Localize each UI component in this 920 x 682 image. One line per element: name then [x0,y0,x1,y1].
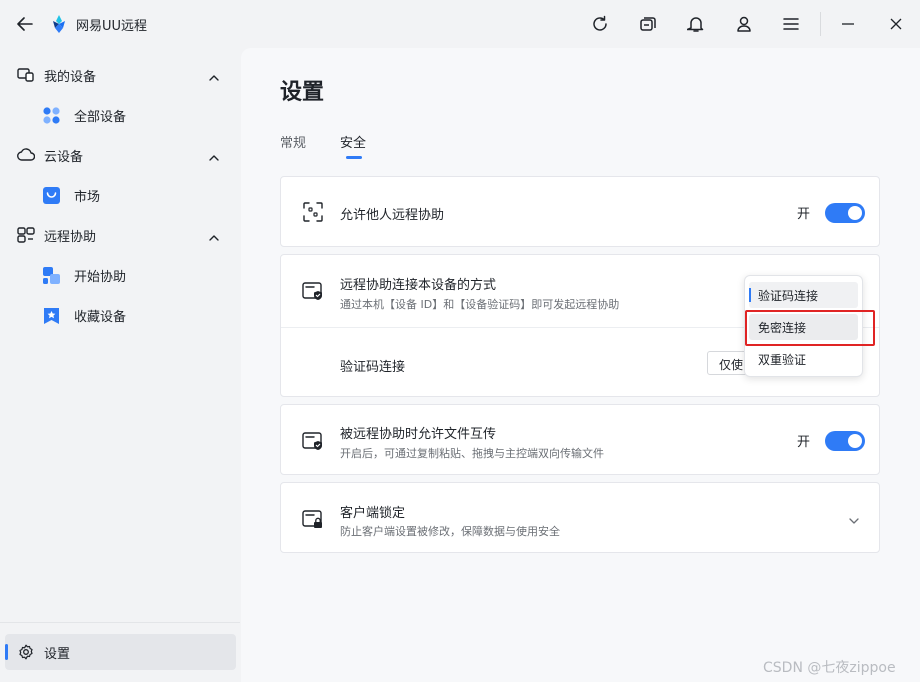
close-icon[interactable] [884,12,908,36]
sidebar-item-start-assist[interactable]: 开始协助 [0,255,240,295]
remote-assist-icon [17,227,35,243]
toggle-knob [848,206,862,220]
sidebar-group-cloud-devices[interactable]: 云设备 [0,135,240,175]
refresh-icon[interactable] [588,12,612,36]
shield-card-icon [302,430,324,452]
devices-icon [17,67,35,83]
multi-window-icon[interactable] [636,12,660,36]
chevron-up-icon[interactable] [208,69,220,81]
sidebar-divider [0,622,240,623]
file-transfer-title: 被远程协助时允许文件互传 [340,427,497,442]
dropdown-option-label: 双重验证 [758,353,807,367]
dropdown-option-label: 验证码连接 [758,289,819,303]
gear-icon [18,644,34,660]
chevron-up-icon[interactable] [208,229,220,241]
sidebar-item-label: 全部设备 [74,110,127,125]
user-icon[interactable] [732,12,756,36]
tab-general[interactable]: 常规 [280,132,306,151]
app-logo-icon [49,14,69,34]
toggle-state-label: 开 [797,435,811,450]
sidebar-item-market[interactable]: 市场 [0,175,240,215]
sidebar-item-settings[interactable]: 设置 [5,634,236,670]
allow-remote-title: 允许他人远程协助 [340,208,445,223]
dropdown-option-label: 免密连接 [758,321,807,335]
active-tab-indicator [346,156,362,159]
active-indicator [5,644,8,660]
file-transfer-card: 被远程协助时允许文件互传 开启后，可通过复制粘贴、拖拽与主控端双向传输文件 开 [280,404,880,475]
sidebar: 我的设备 全部设备 云设备 市场 远程协助 开始协助 收藏设备 设置 [0,48,240,682]
shopping-bag-icon [42,186,61,205]
sidebar-item-label: 开始协助 [74,270,127,285]
minimize-icon[interactable] [836,12,860,36]
verify-code-row-label: 验证码连接 [340,360,406,375]
sidebar-group-remote-assist[interactable]: 远程协助 [0,215,240,255]
file-transfer-subtitle: 开启后，可通过复制粘贴、拖拽与主控端双向传输文件 [340,447,604,460]
bell-icon[interactable] [684,12,708,36]
chevron-down-icon[interactable] [847,513,861,527]
toggle-state-label: 开 [797,207,811,222]
sidebar-item-label: 设置 [44,647,71,662]
sidebar-item-label: 收藏设备 [74,310,127,325]
sidebar-group-label: 远程协助 [44,230,97,245]
sidebar-item-favorite-devices[interactable]: 收藏设备 [0,295,240,335]
tab-security[interactable]: 安全 [340,132,366,151]
allow-remote-card: 允许他人远程协助 开 [280,176,880,247]
dropdown-option-dual-verify[interactable]: 双重验证 [749,346,858,372]
connection-method-subtitle: 通过本机【设备 ID】和【设备验证码】即可发起远程协助 [340,298,620,311]
sidebar-group-label: 云设备 [44,150,84,165]
title-bar: 网易UU远程 [0,0,920,48]
cloud-icon [17,147,36,163]
client-lock-subtitle: 防止客户端设置被修改，保障数据与使用安全 [340,525,560,538]
selected-indicator [749,288,751,302]
dropdown-option-verify-code[interactable]: 验证码连接 [749,282,858,308]
shield-card-icon [302,280,324,302]
file-transfer-toggle[interactable] [825,431,865,451]
page-title: 设置 [280,80,325,105]
watermark: CSDN @七夜zippoe [763,660,896,676]
dropdown-option-password-free[interactable]: 免密连接 [749,314,858,340]
lock-card-icon [302,508,324,530]
menu-icon[interactable] [779,12,803,36]
client-lock-title: 客户端锁定 [340,506,406,521]
sidebar-item-all-devices[interactable]: 全部设备 [0,95,240,135]
sidebar-group-my-devices[interactable]: 我的设备 [0,55,240,95]
connection-method-title: 远程协助连接本设备的方式 [340,278,497,293]
star-bookmark-icon [42,306,61,325]
back-arrow-icon[interactable] [14,13,36,35]
client-lock-card[interactable]: 客户端锁定 防止客户端设置被修改，保障数据与使用安全 [280,482,880,553]
allow-remote-toggle[interactable] [825,203,865,223]
start-assist-icon [42,266,61,285]
scan-frame-icon [302,201,324,223]
sidebar-item-label: 市场 [74,190,101,205]
chevron-up-icon[interactable] [208,149,220,161]
sidebar-group-label: 我的设备 [44,70,97,85]
app-title: 网易UU远程 [76,19,148,34]
titlebar-separator [820,12,821,36]
grid-icon [42,106,61,125]
toggle-knob [848,434,862,448]
connection-mode-dropdown: 验证码连接 免密连接 双重验证 [744,275,863,377]
